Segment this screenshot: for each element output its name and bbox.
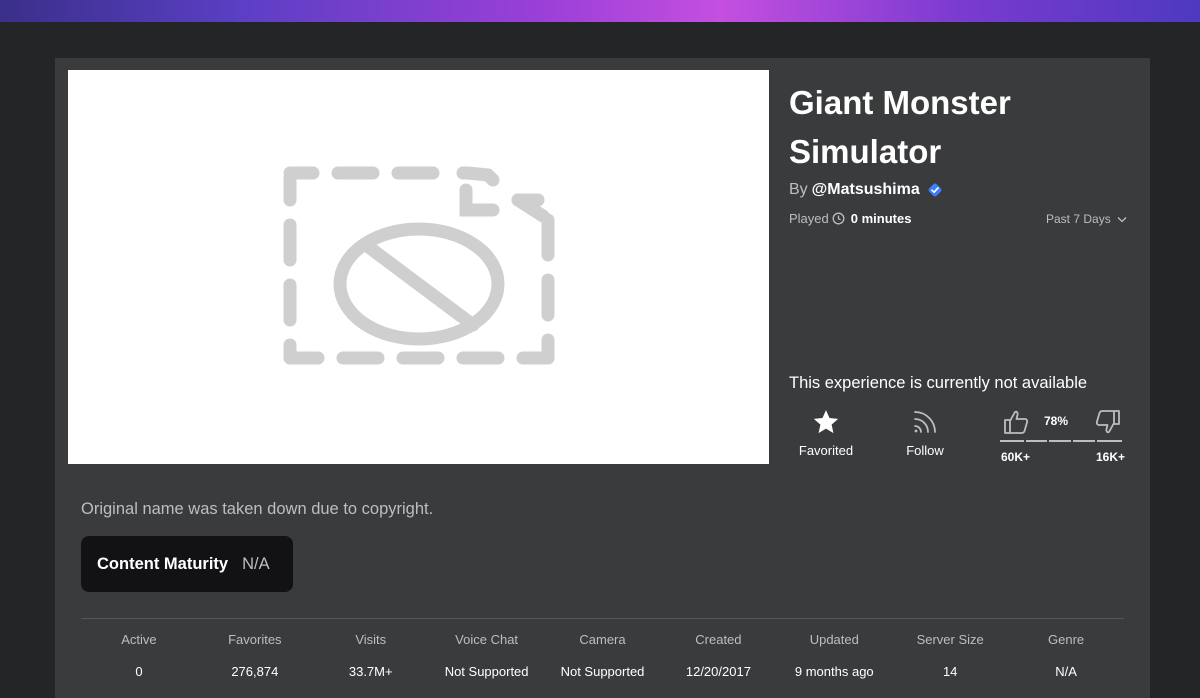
- vote-percentage: 78%: [1044, 414, 1069, 428]
- played-label: Played: [789, 211, 829, 226]
- played-value: 0 minutes: [850, 211, 912, 226]
- vote-widget: 78% 60K+ 16K+: [1000, 406, 1126, 466]
- stat-value: 9 months ago: [794, 664, 874, 679]
- game-description: Original name was taken down due to copy…: [81, 500, 434, 518]
- divider: [81, 618, 1124, 619]
- content-maturity-badge[interactable]: Content Maturity N/A: [81, 536, 293, 592]
- stat-label: Genre: [1048, 632, 1085, 647]
- stat-updated: Updated 9 months ago: [776, 632, 892, 679]
- period-label: Past 7 Days: [1046, 212, 1111, 226]
- availability-message: This experience is currently not availab…: [789, 374, 1088, 392]
- stat-genre: Genre N/A: [1008, 632, 1124, 679]
- vote-bar: [1000, 440, 1122, 442]
- stat-value: Not Supported: [444, 664, 529, 679]
- thumbs-up-icon[interactable]: [1002, 408, 1030, 436]
- star-icon: [813, 410, 839, 434]
- game-title: Giant Monster Simulator: [789, 84, 1011, 170]
- stat-value: 0: [135, 664, 143, 679]
- stat-label: Visits: [355, 632, 387, 647]
- upvote-count: 60K+: [1001, 450, 1031, 464]
- stat-favorites: Favorites 276,874: [197, 632, 313, 679]
- stat-value: 14: [942, 664, 958, 679]
- stat-created: Created 12/20/2017: [660, 632, 776, 679]
- thumbs-down-icon[interactable]: [1094, 408, 1122, 436]
- stat-active: Active 0: [81, 632, 197, 679]
- follow-button[interactable]: Follow: [885, 408, 965, 458]
- maturity-label: Content Maturity: [97, 554, 229, 573]
- stat-label: Camera: [579, 632, 626, 647]
- rss-icon: [914, 411, 936, 433]
- favorite-label: Favorited: [798, 443, 854, 458]
- stat-label: Updated: [809, 632, 859, 647]
- creator-prefix: By: [789, 181, 808, 198]
- stat-label: Created: [695, 632, 742, 647]
- game-stats: Active 0 Favorites 276,874 Visits 33.7M+…: [81, 632, 1124, 679]
- stat-camera: Camera Not Supported: [545, 632, 661, 679]
- top-banner: [0, 0, 1200, 22]
- chevron-down-icon: [1117, 216, 1127, 222]
- stat-value: 12/20/2017: [685, 664, 751, 679]
- clock-icon: [832, 212, 845, 225]
- stat-label: Server Size: [916, 632, 984, 647]
- creator-link[interactable]: @Matsushima: [812, 181, 920, 199]
- stat-visits: Visits 33.7M+: [313, 632, 429, 679]
- stat-voice-chat: Voice Chat Not Supported: [429, 632, 545, 679]
- creator-line: By @Matsushima: [789, 181, 942, 199]
- downvote-count: 16K+: [1096, 450, 1126, 464]
- stat-value: N/A: [1055, 664, 1077, 679]
- stat-label: Voice Chat: [455, 632, 519, 647]
- verified-badge-icon: [928, 183, 942, 197]
- stat-value: Not Supported: [560, 664, 645, 679]
- broken-image-icon: [283, 166, 555, 365]
- stat-value: 276,874: [231, 664, 279, 679]
- period-dropdown[interactable]: Past 7 Days: [1046, 212, 1127, 226]
- stat-label: Active: [121, 632, 157, 647]
- maturity-value: N/A: [242, 554, 270, 573]
- follow-label: Follow: [906, 443, 944, 458]
- played-time: Played 0 minutes: [789, 211, 911, 226]
- stat-label: Favorites: [228, 632, 282, 647]
- stat-value: 33.7M+: [348, 664, 393, 679]
- stat-server-size: Server Size 14: [892, 632, 1008, 679]
- game-thumbnail[interactable]: [68, 70, 769, 464]
- favorite-button[interactable]: Favorited: [786, 408, 866, 458]
